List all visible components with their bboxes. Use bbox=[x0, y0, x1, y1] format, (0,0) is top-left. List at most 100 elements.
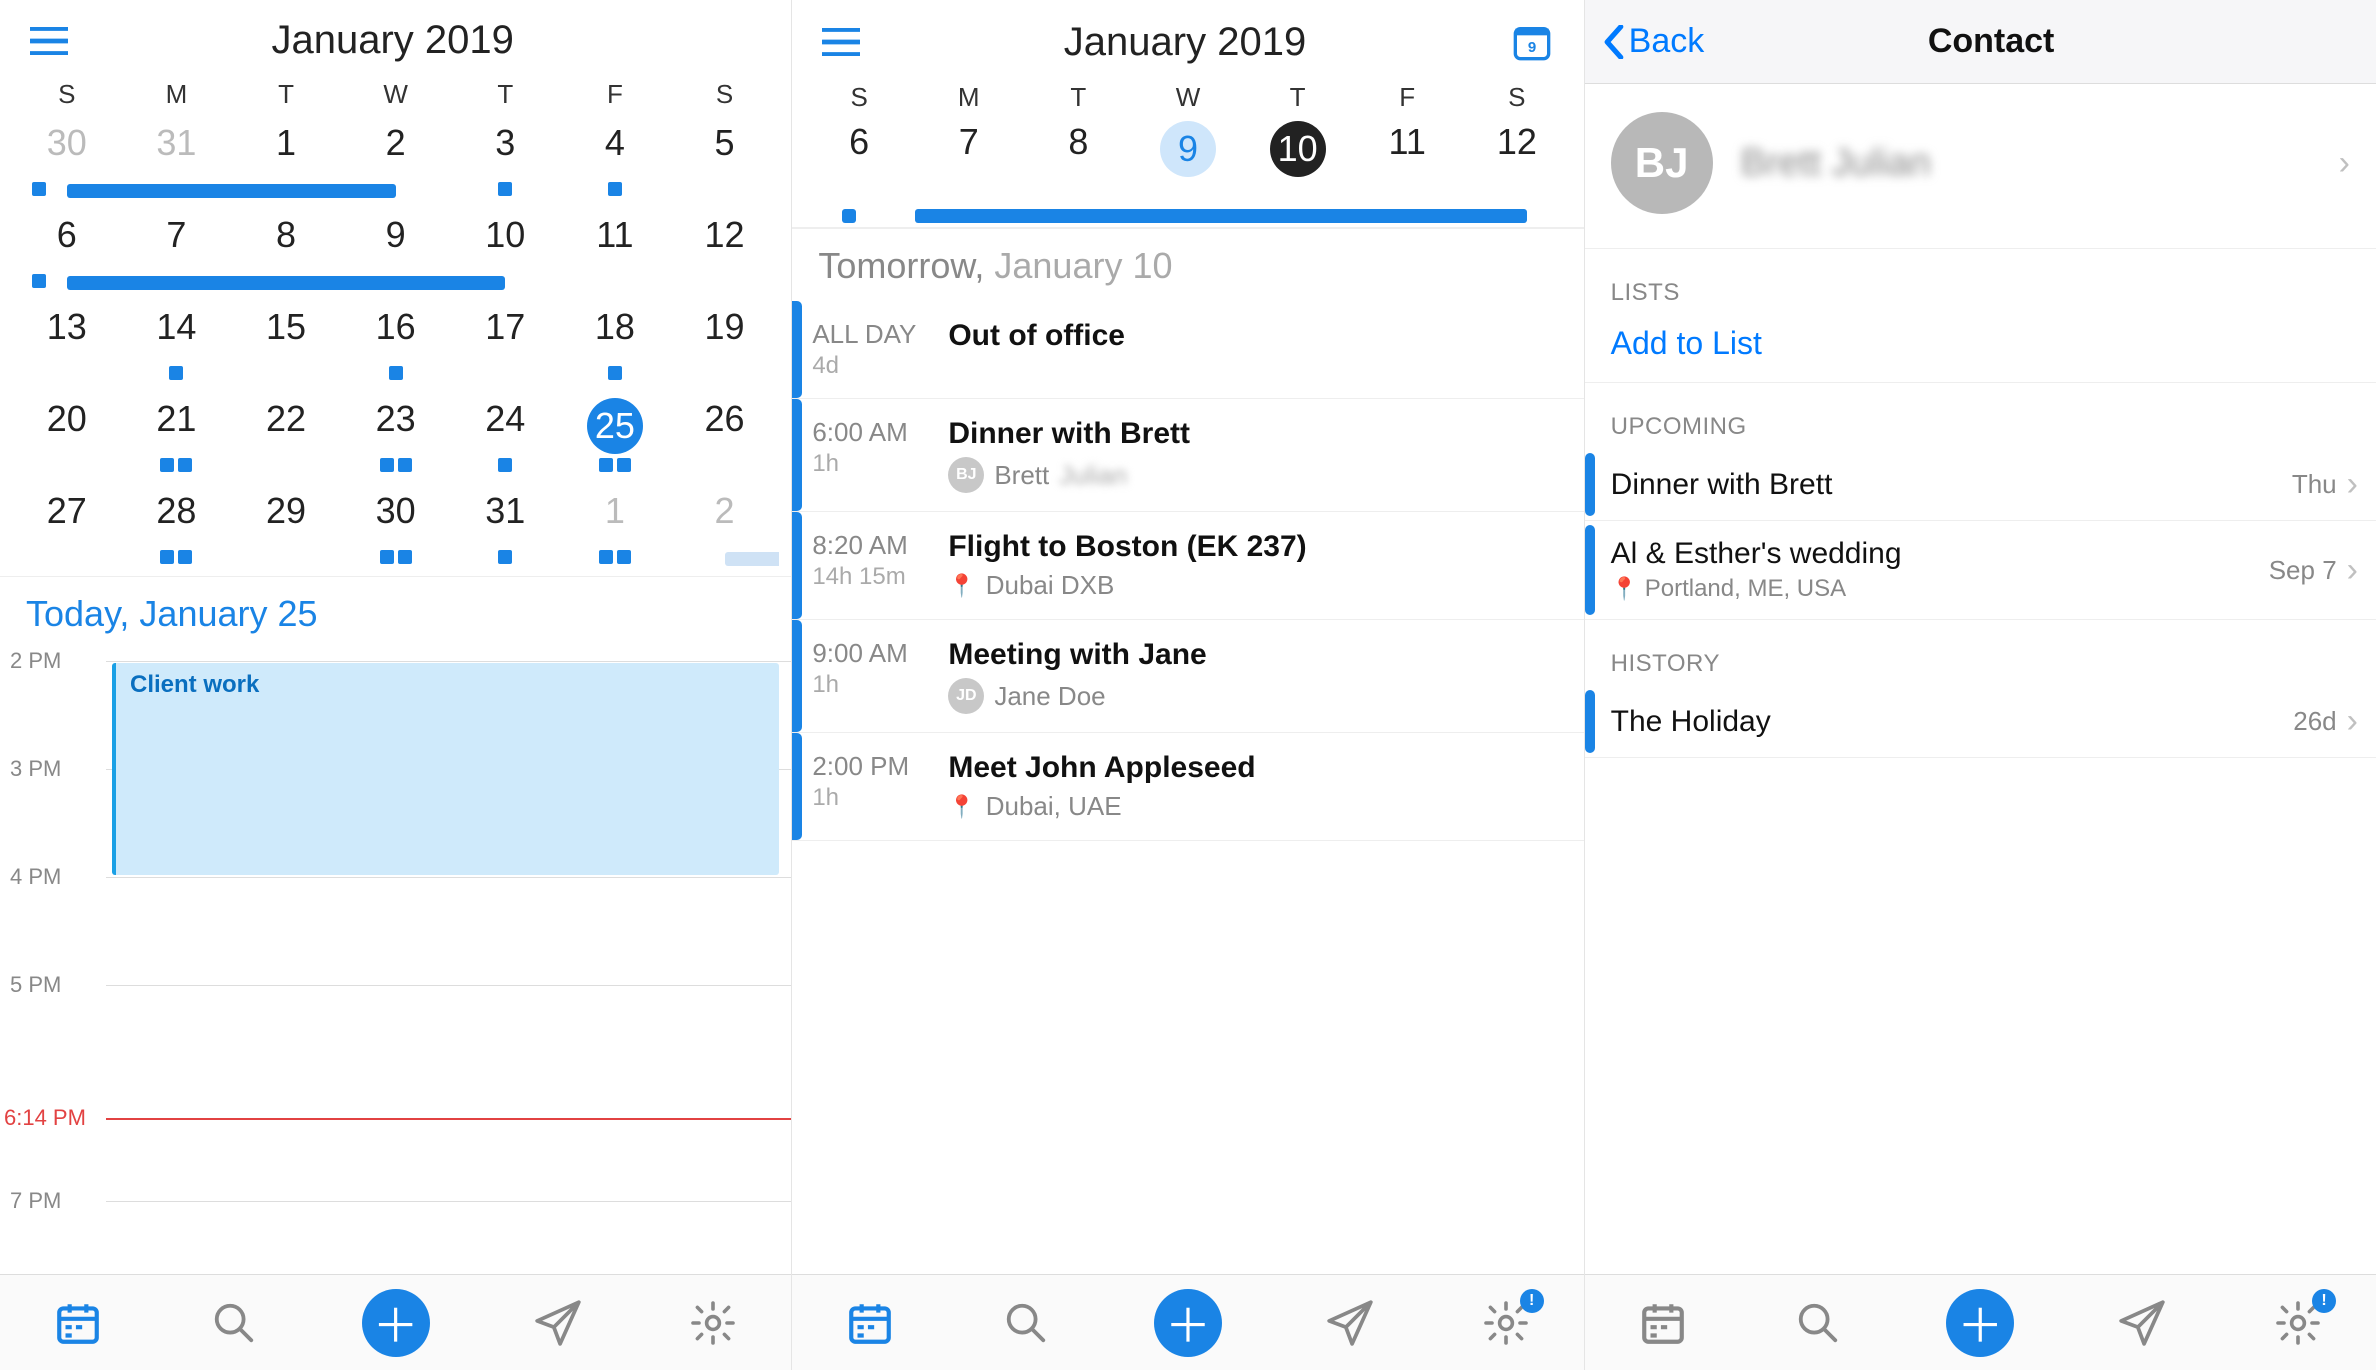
calendar-day[interactable]: 31 bbox=[122, 116, 232, 208]
settings-icon[interactable]: ! bbox=[2270, 1295, 2326, 1351]
calendar-day[interactable]: 17 bbox=[450, 300, 560, 392]
add-button[interactable]: ＋ bbox=[1154, 1289, 1222, 1357]
calendar-day[interactable]: 2 bbox=[670, 484, 780, 576]
week-day[interactable]: 12 bbox=[1462, 119, 1572, 215]
calendar-day[interactable]: 6 bbox=[12, 208, 122, 300]
calendar-day[interactable]: 16 bbox=[341, 300, 451, 392]
calendar-day[interactable]: 12 bbox=[670, 208, 780, 300]
weekday-label: M bbox=[914, 82, 1024, 113]
event-row[interactable]: 6:00 AM1hDinner with BrettBJBrettJulian bbox=[792, 399, 1583, 512]
now-line bbox=[106, 1118, 791, 1120]
calendar-day[interactable]: 26 bbox=[670, 392, 780, 484]
weekday-label: M bbox=[122, 79, 232, 110]
event-row[interactable]: 9:00 AM1hMeeting with JaneJDJane Doe bbox=[792, 620, 1583, 733]
week-day[interactable]: 6 bbox=[804, 119, 914, 215]
contact-event-row[interactable]: Dinner with BrettThu› bbox=[1585, 449, 2376, 521]
contact-event-row[interactable]: The Holiday26d› bbox=[1585, 686, 2376, 758]
weekday-label: W bbox=[341, 79, 451, 110]
back-button[interactable]: Back bbox=[1603, 22, 1705, 61]
search-icon[interactable] bbox=[998, 1295, 1054, 1351]
week-day[interactable]: 8 bbox=[1024, 119, 1134, 215]
calendar-day[interactable]: 4 bbox=[560, 116, 670, 208]
calendar-day[interactable]: 13 bbox=[12, 300, 122, 392]
calendar-day[interactable]: 1 bbox=[231, 116, 341, 208]
calendar-day[interactable]: 21 bbox=[122, 392, 232, 484]
menu-icon[interactable] bbox=[820, 21, 862, 63]
weekday-label: S bbox=[804, 82, 914, 113]
month-title[interactable]: January 2019 bbox=[70, 18, 715, 63]
send-icon[interactable] bbox=[530, 1295, 586, 1351]
send-icon[interactable] bbox=[1322, 1295, 1378, 1351]
add-button[interactable]: ＋ bbox=[362, 1289, 430, 1357]
hour-label: 7 PM bbox=[10, 1188, 61, 1214]
timeline-event[interactable]: Client work bbox=[112, 663, 779, 875]
calendar-day[interactable]: 8 bbox=[231, 208, 341, 300]
calendar-day[interactable]: 25 bbox=[560, 392, 670, 484]
calendar-icon[interactable] bbox=[842, 1295, 898, 1351]
calendar-day[interactable]: 15 bbox=[231, 300, 341, 392]
calendar-day[interactable]: 18 bbox=[560, 300, 670, 392]
calendar-day[interactable]: 29 bbox=[231, 484, 341, 576]
calendar-day[interactable]: 22 bbox=[231, 392, 341, 484]
location-icon: 📍 bbox=[948, 794, 975, 820]
calendar-day[interactable]: 11 bbox=[560, 208, 670, 300]
calendar-day[interactable]: 31 bbox=[450, 484, 560, 576]
add-to-list-button[interactable]: Add to List bbox=[1585, 315, 2376, 383]
week-day[interactable]: 7 bbox=[914, 119, 1024, 215]
calendar-day[interactable]: 30 bbox=[341, 484, 451, 576]
calendar-day[interactable]: 14 bbox=[122, 300, 232, 392]
history-section-label: HISTORY bbox=[1585, 620, 2376, 686]
send-icon[interactable] bbox=[2114, 1295, 2170, 1351]
calendar-day[interactable]: 3 bbox=[450, 116, 560, 208]
event-row[interactable]: ALL DAY4dOut of office bbox=[792, 301, 1583, 399]
lists-section-label: LISTS bbox=[1585, 249, 2376, 315]
calendar-day[interactable]: 9 bbox=[341, 208, 451, 300]
calendar-day[interactable]: 19 bbox=[670, 300, 780, 392]
menu-icon[interactable] bbox=[28, 20, 70, 62]
settings-icon[interactable] bbox=[685, 1295, 741, 1351]
search-icon[interactable] bbox=[206, 1295, 262, 1351]
weekday-label: T bbox=[1024, 82, 1134, 113]
calendar-day[interactable]: 28 bbox=[122, 484, 232, 576]
svg-text:9: 9 bbox=[1527, 39, 1535, 56]
event-row[interactable]: 8:20 AM14h 15mFlight to Boston (EK 237)📍… bbox=[792, 512, 1583, 620]
weekday-label: W bbox=[1133, 82, 1243, 113]
contact-avatar: BJ bbox=[1611, 112, 1713, 214]
panel-day-agenda: January 2019 9 SMTWTFS 6789101112 Tomorr… bbox=[792, 0, 1584, 1370]
calendar-icon[interactable] bbox=[50, 1295, 106, 1351]
calendar-day[interactable]: 20 bbox=[12, 392, 122, 484]
calendar-day[interactable]: 5 bbox=[670, 116, 780, 208]
week-day[interactable]: 10 bbox=[1243, 119, 1353, 215]
calendar-day[interactable]: 2 bbox=[341, 116, 451, 208]
month-title[interactable]: January 2019 bbox=[862, 20, 1507, 65]
calendar-day[interactable]: 23 bbox=[341, 392, 451, 484]
calendar-icon[interactable] bbox=[1635, 1295, 1691, 1351]
hour-label: 3 PM bbox=[10, 756, 61, 782]
settings-icon[interactable]: ! bbox=[1478, 1295, 1534, 1351]
weekday-label: F bbox=[560, 79, 670, 110]
week-day[interactable]: 11 bbox=[1352, 119, 1462, 215]
calendar-day[interactable]: 27 bbox=[12, 484, 122, 576]
weekday-label: T bbox=[450, 79, 560, 110]
contact-title: Contact bbox=[1704, 22, 2358, 61]
calendar-day[interactable]: 24 bbox=[450, 392, 560, 484]
chevron-right-icon: › bbox=[2339, 144, 2350, 183]
calendar-day[interactable]: 10 bbox=[450, 208, 560, 300]
chevron-right-icon: › bbox=[2347, 551, 2358, 590]
calendar-day[interactable]: 30 bbox=[12, 116, 122, 208]
contact-hero[interactable]: BJ Brett Julian › bbox=[1585, 84, 2376, 249]
calendar-day[interactable]: 1 bbox=[560, 484, 670, 576]
chevron-right-icon: › bbox=[2347, 465, 2358, 504]
today-header: Today, January 25 bbox=[0, 576, 791, 641]
hour-label: 2 PM bbox=[10, 648, 61, 674]
week-day[interactable]: 9 bbox=[1133, 119, 1243, 215]
add-button[interactable]: ＋ bbox=[1946, 1289, 2014, 1357]
calendar-day[interactable]: 7 bbox=[122, 208, 232, 300]
event-row[interactable]: 2:00 PM1hMeet John Appleseed📍 Dubai, UAE bbox=[792, 733, 1583, 841]
hour-label: 4 PM bbox=[10, 864, 61, 890]
weekday-label: S bbox=[12, 79, 122, 110]
today-button[interactable]: 9 bbox=[1508, 18, 1556, 66]
panel-contact: Back Contact BJ Brett Julian › LISTS Add… bbox=[1585, 0, 2376, 1370]
search-icon[interactable] bbox=[1790, 1295, 1846, 1351]
contact-event-row[interactable]: Al & Esther's wedding📍 Portland, ME, USA… bbox=[1585, 521, 2376, 620]
